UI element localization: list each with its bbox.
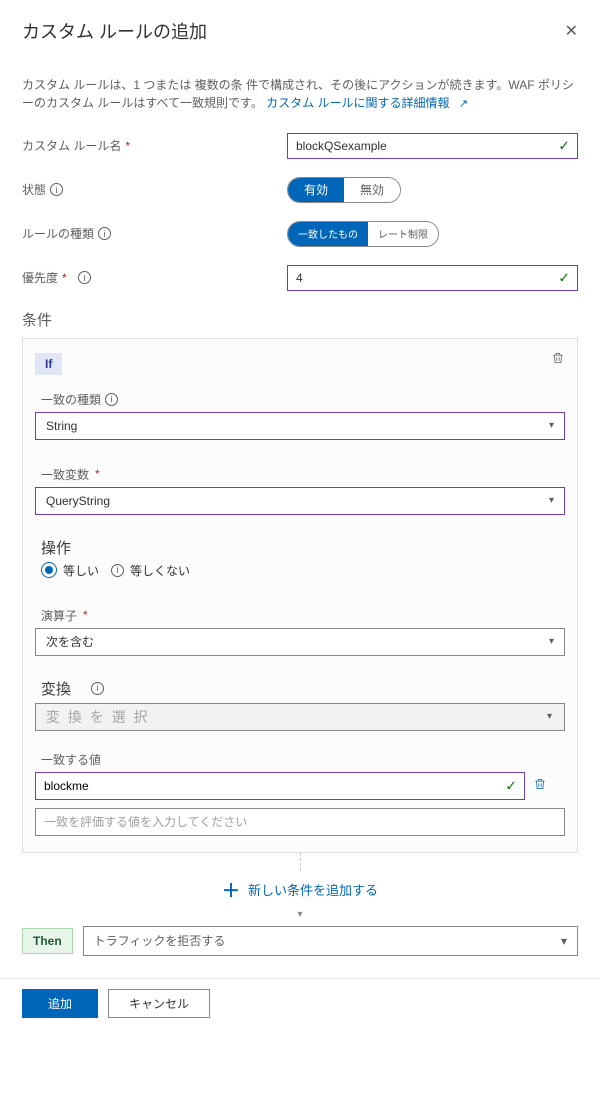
- label-match-type-text: 一致の種類: [41, 391, 101, 408]
- radio-equal-label: 等しい: [63, 562, 99, 579]
- chevron-down-icon: ▾: [549, 495, 554, 506]
- label-rule-name: カスタム ルール名 *: [22, 137, 287, 154]
- label-match-value: 一致する値: [41, 751, 565, 768]
- rule-type-toggle[interactable]: 一致したもの レート制限: [287, 221, 439, 247]
- required-icon: *: [62, 271, 67, 285]
- required-icon: *: [125, 139, 130, 153]
- row-rule-type: ルールの種類 i 一致したもの レート制限: [22, 221, 578, 247]
- label-operator-text: 演算子: [41, 607, 77, 624]
- operator-select[interactable]: 次を含む ▾: [35, 628, 565, 656]
- state-enabled[interactable]: 有効: [288, 178, 344, 202]
- plus-icon: ＋: [222, 877, 240, 903]
- label-state-text: 状態: [22, 181, 46, 198]
- then-row: Then トラフィックを拒否する ▾: [22, 926, 578, 956]
- flow-arrow-icon: ▾: [22, 909, 578, 920]
- match-value-add-input[interactable]: 一致を評価する値を入力してください: [35, 808, 565, 836]
- match-value-row: ✓: [35, 772, 565, 800]
- delete-condition-button[interactable]: [551, 351, 565, 368]
- match-value-input[interactable]: [35, 772, 525, 800]
- chevron-down-icon: ▾: [547, 711, 554, 722]
- match-value-placeholder: 一致を評価する値を入力してください: [44, 813, 247, 830]
- close-icon[interactable]: ✕: [565, 21, 578, 41]
- state-toggle[interactable]: 有効 無効: [287, 177, 401, 203]
- match-variable-value: QueryString: [46, 494, 110, 508]
- chevron-down-icon: ▾: [561, 934, 567, 948]
- info-icon[interactable]: i: [98, 227, 111, 240]
- intro-text: カスタム ルールは、1 つまたは 複数の条 件で構成され、その後にアクションが続…: [22, 76, 578, 113]
- match-type-select[interactable]: String ▾: [35, 412, 565, 440]
- conditions-heading: 条件: [22, 309, 578, 330]
- operation-heading: 操作: [41, 537, 565, 558]
- add-condition-label: 新しい条件を追加する: [248, 880, 378, 899]
- priority-input[interactable]: [287, 265, 578, 291]
- info-icon[interactable]: i: [91, 682, 104, 695]
- state-disabled[interactable]: 無効: [344, 178, 400, 202]
- match-type-value: String: [46, 419, 77, 433]
- radio-notequal-label: 等しくない: [130, 562, 190, 579]
- valid-check-icon: ✓: [558, 269, 570, 286]
- type-match[interactable]: 一致したもの: [288, 222, 368, 246]
- match-variable-select[interactable]: QueryString ▾: [35, 487, 565, 515]
- label-priority-text: 優先度: [22, 269, 58, 286]
- label-rule-name-text: カスタム ルール名: [22, 137, 121, 154]
- label-priority: 優先度 * i: [22, 269, 287, 286]
- learn-more-link[interactable]: カスタム ルールに関する詳細情報: [266, 96, 449, 110]
- required-icon: *: [95, 467, 100, 481]
- if-badge: If: [35, 353, 62, 375]
- page-title: カスタム ルールの追加: [22, 18, 207, 44]
- radio-equal[interactable]: [41, 562, 57, 578]
- priority-field: ✓: [287, 265, 578, 291]
- label-match-var-text: 一致変数: [41, 466, 89, 483]
- label-match-type: 一致の種類 i: [41, 391, 565, 408]
- valid-check-icon: ✓: [558, 137, 570, 154]
- match-value-wrap: ✓: [35, 772, 525, 800]
- transform-placeholder: 変 換 を 選 択: [46, 707, 150, 727]
- footer: 追加 キャンセル: [0, 978, 600, 1036]
- cancel-button[interactable]: キャンセル: [108, 989, 210, 1018]
- transform-heading-row: 変換 i: [41, 678, 565, 699]
- delete-value-button[interactable]: [533, 777, 547, 794]
- info-icon[interactable]: i: [50, 183, 63, 196]
- add-button[interactable]: 追加: [22, 989, 98, 1018]
- operator-value: 次を含む: [46, 633, 94, 650]
- panel-header: カスタム ルールの追加 ✕: [22, 18, 578, 44]
- row-priority: 優先度 * i ✓: [22, 265, 578, 291]
- row-rule-name: カスタム ルール名 * ✓: [22, 133, 578, 159]
- then-badge: Then: [22, 928, 73, 954]
- connector-line: [300, 853, 301, 871]
- action-select[interactable]: トラフィックを拒否する ▾: [83, 926, 578, 956]
- transform-heading: 変換: [41, 678, 71, 699]
- action-value: トラフィックを拒否する: [94, 932, 226, 949]
- chevron-down-icon: ▾: [549, 420, 554, 431]
- label-match-var: 一致変数 *: [41, 466, 565, 483]
- info-icon[interactable]: i: [78, 271, 91, 284]
- transform-select[interactable]: 変 換 を 選 択 ▾: [35, 703, 565, 731]
- chevron-down-icon: ▾: [549, 636, 554, 647]
- info-icon[interactable]: i: [105, 393, 118, 406]
- add-custom-rule-panel: カスタム ルールの追加 ✕ カスタム ルールは、1 つまたは 複数の条 件で構成…: [0, 0, 600, 956]
- info-icon[interactable]: i: [111, 564, 124, 577]
- required-icon: *: [83, 608, 88, 622]
- label-operator: 演算子 *: [41, 607, 565, 624]
- rule-name-field: ✓: [287, 133, 578, 159]
- external-link-icon: ↗: [459, 98, 468, 110]
- add-condition-button[interactable]: ＋ 新しい条件を追加する: [22, 877, 578, 903]
- row-state: 状態 i 有効 無効: [22, 177, 578, 203]
- operation-radios: 等しい i 等しくない: [41, 562, 565, 579]
- label-state: 状態 i: [22, 181, 287, 198]
- label-rule-type: ルールの種類 i: [22, 225, 287, 242]
- condition-block: If 一致の種類 i String ▾ 一致変数 * QueryString ▾…: [22, 338, 578, 853]
- label-rule-type-text: ルールの種類: [22, 225, 94, 242]
- valid-check-icon: ✓: [505, 777, 517, 794]
- type-rate[interactable]: レート制限: [368, 222, 438, 246]
- rule-name-input[interactable]: [287, 133, 578, 159]
